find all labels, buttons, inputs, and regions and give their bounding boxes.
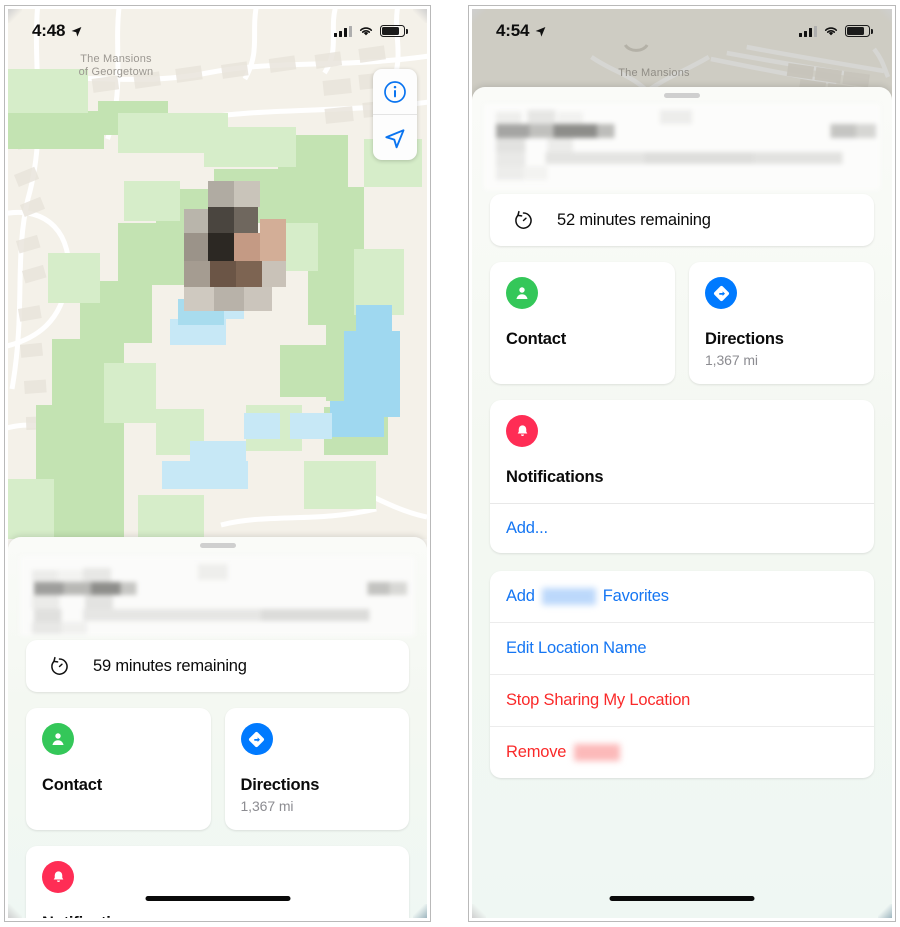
notifications-title: Notifications [506, 468, 604, 486]
contact-tile-title: Contact [506, 330, 567, 348]
directions-arrow-icon [240, 723, 273, 755]
timer-card-left[interactable]: 59 minutes remaining [26, 640, 409, 692]
map-terrain [8, 9, 427, 539]
detail-sheet-left[interactable]: 59 minutes remaining Contact Directions … [8, 537, 427, 918]
map-label-line-1: The Mansions [80, 53, 152, 65]
contact-tile[interactable]: Contact [26, 708, 211, 830]
notifications-add-button[interactable]: Add... [490, 503, 874, 553]
directions-tile-title: Directions [705, 330, 784, 348]
wifi-icon [824, 27, 838, 36]
action-label: Stop Sharing My Location [506, 691, 691, 709]
action-label: Remove [506, 743, 567, 761]
status-clock-left: 4:48 [32, 21, 83, 41]
redacted-name [541, 588, 596, 605]
timer-remaining-text: 52 minutes remaining [557, 210, 711, 229]
timer-remaining-text: 59 minutes remaining [93, 656, 247, 675]
contact-person-icon [506, 277, 538, 309]
action-tiles-right: Contact Directions 1,367 mi [490, 262, 874, 384]
contact-tile[interactable]: Contact [490, 262, 675, 384]
timer-clock-icon [515, 210, 532, 229]
status-clock-right: 4:54 [496, 21, 547, 41]
sheet-grabber[interactable] [199, 543, 236, 548]
action-label-prefix: Add [506, 587, 535, 605]
edit-location-name-row[interactable]: Edit Location Name [490, 622, 874, 674]
battery-icon [845, 25, 873, 37]
map-place-label-left: The Mansions of Georgetown [46, 53, 186, 79]
map-controls-left [373, 69, 417, 160]
cellular-bars-icon [334, 25, 352, 37]
map-label-line-2: of Georgetown [78, 66, 154, 78]
status-indicators-left [334, 25, 408, 37]
map-canvas-left[interactable]: The Mansions of Georgetown [8, 9, 427, 539]
action-label: Edit Location Name [506, 639, 647, 657]
directions-tile[interactable]: Directions 1,367 mi [224, 708, 409, 830]
clock-text: 4:48 [32, 21, 66, 40]
status-bar-left: 4:48 [8, 9, 427, 53]
actions-card-right: Add Favorites Edit Location Name Stop Sh… [490, 571, 874, 778]
timer-clock-icon [51, 656, 68, 675]
bell-icon [42, 861, 74, 893]
status-indicators-right [799, 25, 873, 37]
directions-tile-distance: 1,367 mi [240, 798, 294, 814]
action-label-suffix: Favorites [602, 587, 669, 605]
status-bar-right: 4:54 [472, 9, 892, 53]
contact-person-icon [42, 723, 74, 755]
battery-icon [380, 25, 408, 37]
location-arrow-icon [385, 128, 405, 148]
directions-tile-distance: 1,367 mi [705, 352, 758, 368]
screenshot-root: The Mansions of Georgetown 4:48 59 minut… [0, 0, 900, 927]
home-indicator-right[interactable] [609, 896, 755, 901]
sheet-grabber[interactable] [664, 93, 700, 98]
redacted-header-left [20, 556, 415, 636]
contact-tile-title: Contact [42, 776, 103, 794]
directions-tile[interactable]: Directions 1,367 mi [689, 262, 874, 384]
home-indicator-left[interactable] [145, 896, 290, 901]
notifications-title: Notifications [42, 914, 393, 918]
wifi-icon [359, 27, 373, 36]
directions-arrow-icon [705, 277, 737, 309]
cellular-bars-icon [799, 25, 817, 37]
directions-tile-title: Directions [240, 776, 320, 794]
bell-icon [506, 415, 538, 447]
action-tiles-left: Contact Directions 1,367 mi [26, 708, 409, 830]
redacted-name [574, 744, 621, 761]
phone-screenshot-left: The Mansions of Georgetown 4:48 59 minut… [4, 5, 431, 922]
map-tracking-button[interactable] [373, 114, 417, 160]
add-to-favorites-row[interactable]: Add Favorites [490, 571, 874, 622]
redacted-header-right [484, 104, 880, 190]
notifications-card-left[interactable]: Notifications [26, 846, 409, 918]
info-circle-icon [384, 80, 406, 103]
remove-row[interactable]: Remove [490, 726, 874, 778]
timer-card-right[interactable]: 52 minutes remaining [490, 194, 874, 246]
clock-text: 4:54 [496, 21, 530, 40]
location-arrow-icon [535, 26, 546, 37]
phone-screenshot-right: The Mansions 4:54 52 minutes remaining C… [468, 5, 896, 922]
stop-sharing-my-location-row[interactable]: Stop Sharing My Location [490, 674, 874, 726]
map-info-button[interactable] [373, 69, 417, 114]
location-arrow-icon [71, 26, 82, 37]
detail-sheet-right[interactable]: 52 minutes remaining Contact Directions … [472, 87, 892, 918]
notifications-card-right[interactable]: Notifications Add... [490, 400, 874, 553]
